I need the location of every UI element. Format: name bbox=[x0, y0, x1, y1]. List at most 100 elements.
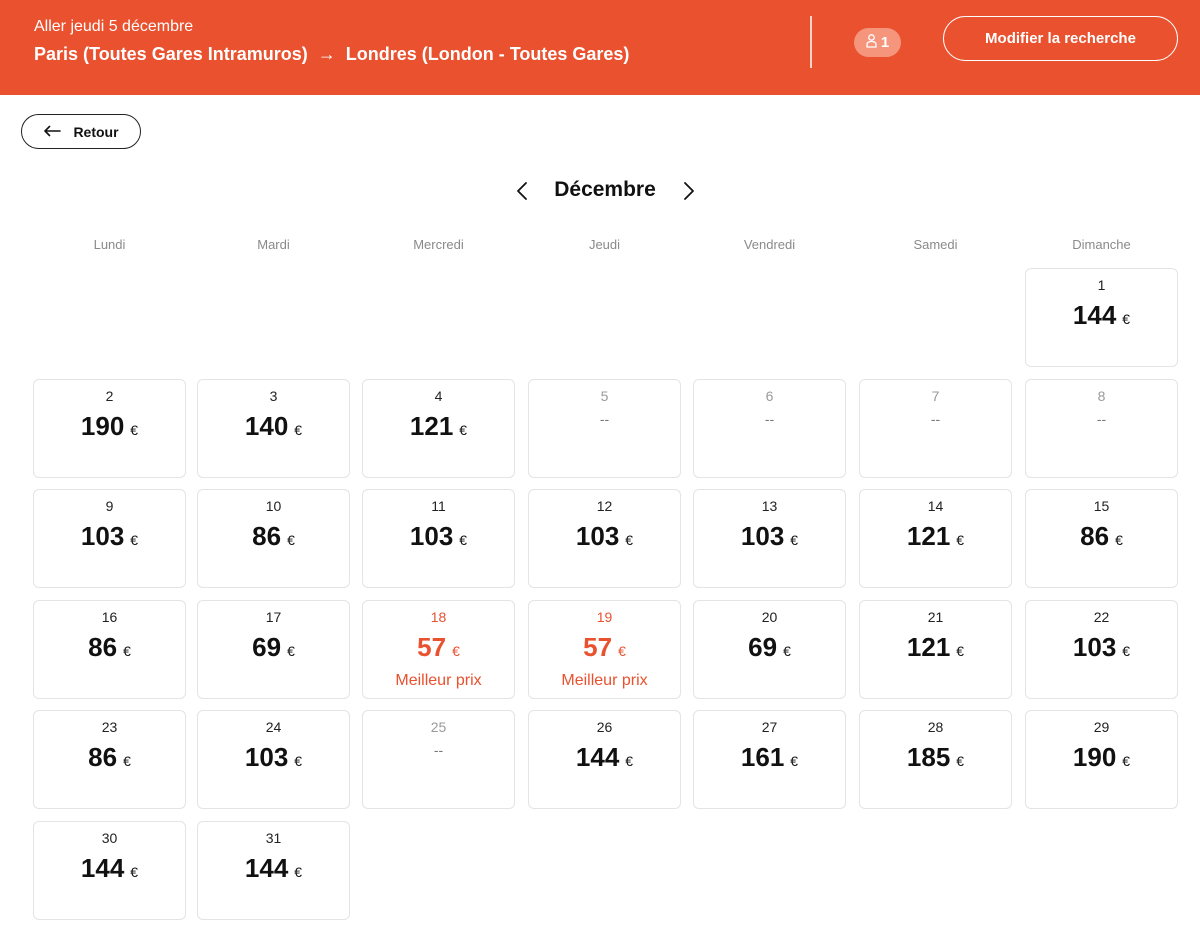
day-cell[interactable]: 1 144 € bbox=[1025, 268, 1178, 367]
price-amount: -- bbox=[433, 742, 444, 758]
weekday-label: Dimanche bbox=[1072, 237, 1131, 252]
next-month-chevron-icon[interactable] bbox=[674, 176, 704, 206]
day-number: 28 bbox=[927, 719, 944, 735]
day-number: 26 bbox=[596, 719, 613, 735]
day-cell[interactable]: 27 161 € bbox=[693, 710, 846, 809]
price-amount: 57 bbox=[417, 632, 447, 662]
price-amount: 103 bbox=[80, 521, 125, 551]
day-cell[interactable]: 3 140 € bbox=[197, 379, 350, 478]
day-price: 121 € bbox=[363, 411, 514, 442]
day-cell[interactable]: 11 103 € bbox=[362, 489, 515, 588]
price-amount: 161 bbox=[740, 742, 785, 772]
price-amount: 86 bbox=[1080, 521, 1110, 551]
weekday-label: Samedi bbox=[913, 237, 958, 252]
day-price: 103 € bbox=[529, 521, 680, 552]
day-cell[interactable]: 21 121 € bbox=[859, 600, 1012, 699]
back-button[interactable]: Retour bbox=[21, 114, 141, 149]
day-number: 19 bbox=[596, 609, 613, 625]
day-number: 1 bbox=[1097, 277, 1106, 293]
day-price: 144 € bbox=[34, 853, 185, 884]
day-price: 103 € bbox=[198, 742, 349, 773]
day-cell: 25 -- bbox=[362, 710, 515, 809]
modify-search-button[interactable]: Modifier la recherche bbox=[943, 16, 1178, 61]
price-amount: 103 bbox=[740, 521, 785, 551]
currency-symbol: € bbox=[123, 643, 131, 659]
day-price: 144 € bbox=[198, 853, 349, 884]
day-cell: 8 -- bbox=[1025, 379, 1178, 478]
day-cell[interactable]: 23 86 € bbox=[33, 710, 186, 809]
day-price: 69 € bbox=[694, 632, 845, 663]
day-price: 121 € bbox=[860, 521, 1011, 552]
day-price: 185 € bbox=[860, 742, 1011, 773]
day-cell[interactable]: 29 190 € bbox=[1025, 710, 1178, 809]
day-number: 20 bbox=[761, 609, 778, 625]
day-number: 16 bbox=[101, 609, 118, 625]
day-price: 103 € bbox=[1026, 632, 1177, 663]
price-amount: 121 bbox=[409, 411, 454, 441]
day-number: 2 bbox=[105, 388, 114, 404]
price-amount: 185 bbox=[906, 742, 951, 772]
weekday-label: Vendredi bbox=[743, 237, 796, 252]
day-price: -- bbox=[1026, 411, 1177, 429]
price-amount: 144 bbox=[1072, 300, 1117, 330]
day-price: 140 € bbox=[198, 411, 349, 442]
price-amount: 144 bbox=[575, 742, 620, 772]
weekday-label: Mardi bbox=[257, 237, 290, 252]
price-amount: 69 bbox=[748, 632, 778, 662]
day-cell[interactable]: 24 103 € bbox=[197, 710, 350, 809]
day-cell[interactable]: 14 121 € bbox=[859, 489, 1012, 588]
day-cell[interactable]: 16 86 € bbox=[33, 600, 186, 699]
top-header: Aller jeudi 5 décembre Paris (Toutes Gar… bbox=[0, 0, 1200, 95]
trip-date: Aller jeudi 5 décembre bbox=[34, 18, 194, 35]
price-amount: 103 bbox=[575, 521, 620, 551]
day-cell[interactable]: 9 103 € bbox=[33, 489, 186, 588]
day-price: 86 € bbox=[1026, 521, 1177, 552]
day-price: 57 € bbox=[363, 632, 514, 663]
day-price: 190 € bbox=[1026, 742, 1177, 773]
destination-label: Londres (London - Toutes Gares) bbox=[345, 44, 630, 64]
day-price: 57 € bbox=[529, 632, 680, 663]
day-cell[interactable]: 18 57 € Meilleur prix bbox=[362, 600, 515, 699]
currency-symbol: € bbox=[294, 864, 303, 880]
currency-symbol: € bbox=[625, 532, 634, 548]
day-cell[interactable]: 30 144 € bbox=[33, 821, 186, 920]
currency-symbol: € bbox=[956, 753, 965, 769]
day-price: 103 € bbox=[694, 521, 845, 552]
day-cell[interactable]: 17 69 € bbox=[197, 600, 350, 699]
currency-symbol: € bbox=[452, 643, 460, 659]
back-label: Retour bbox=[73, 123, 119, 140]
currency-symbol: € bbox=[1122, 753, 1131, 769]
day-cell[interactable]: 31 144 € bbox=[197, 821, 350, 920]
day-cell[interactable]: 4 121 € bbox=[362, 379, 515, 478]
day-cell[interactable]: 10 86 € bbox=[197, 489, 350, 588]
price-amount: -- bbox=[764, 411, 775, 427]
day-cell[interactable]: 2 190 € bbox=[33, 379, 186, 478]
day-cell[interactable]: 13 103 € bbox=[693, 489, 846, 588]
weekday-label: Lundi bbox=[93, 237, 126, 252]
price-amount: 103 bbox=[244, 742, 289, 772]
price-amount: 103 bbox=[409, 521, 454, 551]
day-cell[interactable]: 12 103 € bbox=[528, 489, 681, 588]
currency-symbol: € bbox=[459, 422, 468, 438]
passenger-count-badge[interactable]: 1 bbox=[854, 28, 901, 57]
arrow-left-icon bbox=[43, 124, 62, 140]
day-cell[interactable]: 19 57 € Meilleur prix bbox=[528, 600, 681, 699]
month-title: Décembre bbox=[554, 178, 656, 201]
price-amount: -- bbox=[930, 411, 941, 427]
price-amount: 69 bbox=[252, 632, 282, 662]
day-price: -- bbox=[529, 411, 680, 429]
price-amount: 140 bbox=[244, 411, 289, 441]
price-amount: 103 bbox=[1072, 632, 1117, 662]
day-price: 161 € bbox=[694, 742, 845, 773]
day-number: 3 bbox=[269, 388, 278, 404]
day-cell[interactable]: 15 86 € bbox=[1025, 489, 1178, 588]
day-number: 30 bbox=[101, 830, 118, 846]
day-cell[interactable]: 26 144 € bbox=[528, 710, 681, 809]
weekday-label: Mercredi bbox=[413, 237, 464, 252]
day-number: 9 bbox=[105, 498, 114, 514]
day-cell[interactable]: 22 103 € bbox=[1025, 600, 1178, 699]
currency-symbol: € bbox=[1122, 643, 1131, 659]
day-cell[interactable]: 28 185 € bbox=[859, 710, 1012, 809]
day-price: 144 € bbox=[529, 742, 680, 773]
day-cell[interactable]: 20 69 € bbox=[693, 600, 846, 699]
